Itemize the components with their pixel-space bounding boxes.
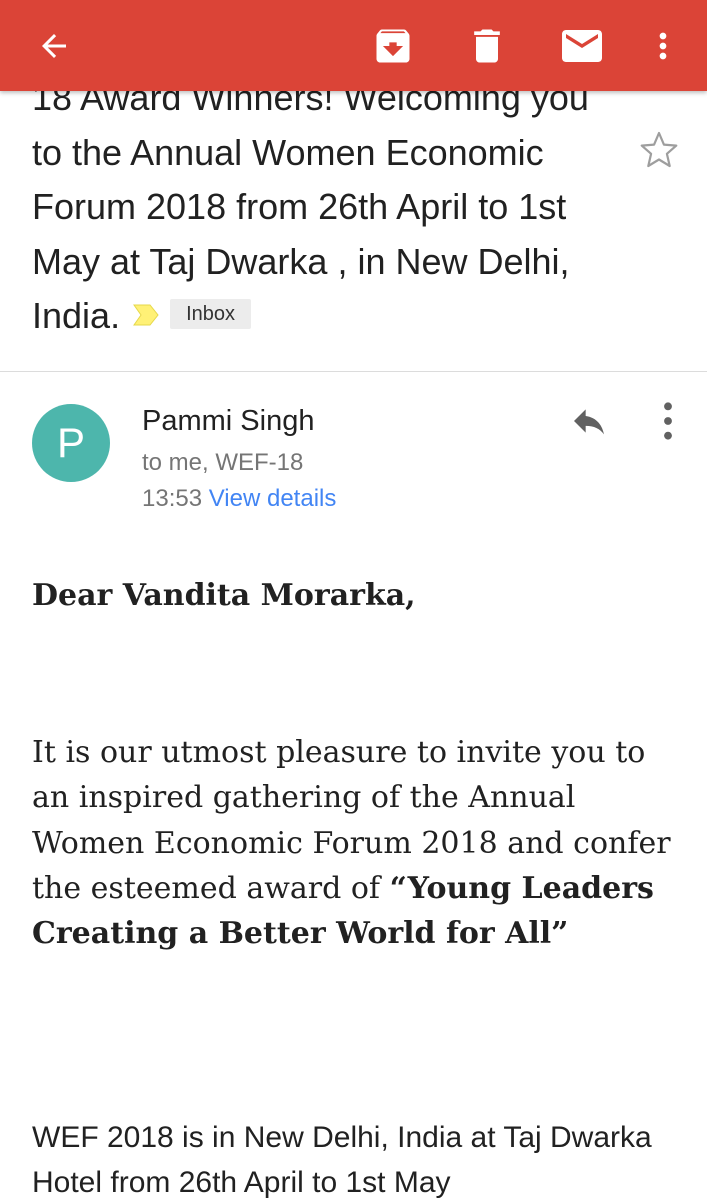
sender-header: P Pammi Singh to me, WEF-18 13:53 View d… — [0, 373, 707, 533]
sender-name: Pammi Singh — [142, 405, 315, 437]
view-details-link[interactable]: View details — [209, 485, 337, 512]
message-more-icon[interactable] — [653, 399, 683, 443]
email-view: 18 Award Winners! Welcoming you to the A… — [0, 0, 707, 1200]
star-icon[interactable] — [639, 130, 679, 170]
email-subject: 18 Award Winners! Welcoming you to the A… — [32, 71, 622, 344]
email-paragraph-2: WEF 2018 is in New Delhi, India at Taj D… — [32, 1121, 652, 1199]
app-toolbar — [0, 0, 707, 91]
delete-button[interactable] — [458, 0, 516, 91]
email-paragraph-1: It is our utmost pleasure to invite you … — [32, 730, 682, 956]
inbox-label-chip[interactable]: Inbox — [170, 299, 252, 330]
archive-icon — [376, 29, 410, 62]
archive-button[interactable] — [364, 0, 422, 91]
importance-marker-icon[interactable] — [132, 304, 160, 326]
toolbar-more-button[interactable] — [642, 0, 684, 91]
sent-time: 13:53 — [142, 485, 203, 512]
mark-unread-icon — [562, 29, 602, 62]
email-greeting: Dear Vandita Morarka, — [32, 578, 416, 613]
back-button[interactable] — [24, 0, 84, 91]
more-vert-icon — [659, 32, 667, 59]
reply-icon[interactable] — [566, 401, 612, 441]
delete-icon — [474, 29, 500, 62]
time-row: 13:53 View details — [142, 485, 336, 513]
sender-avatar[interactable]: P — [32, 404, 110, 482]
mark-unread-button[interactable] — [552, 0, 612, 91]
recipients: to me, WEF-18 — [142, 449, 304, 476]
arrow-back-icon — [42, 33, 66, 58]
